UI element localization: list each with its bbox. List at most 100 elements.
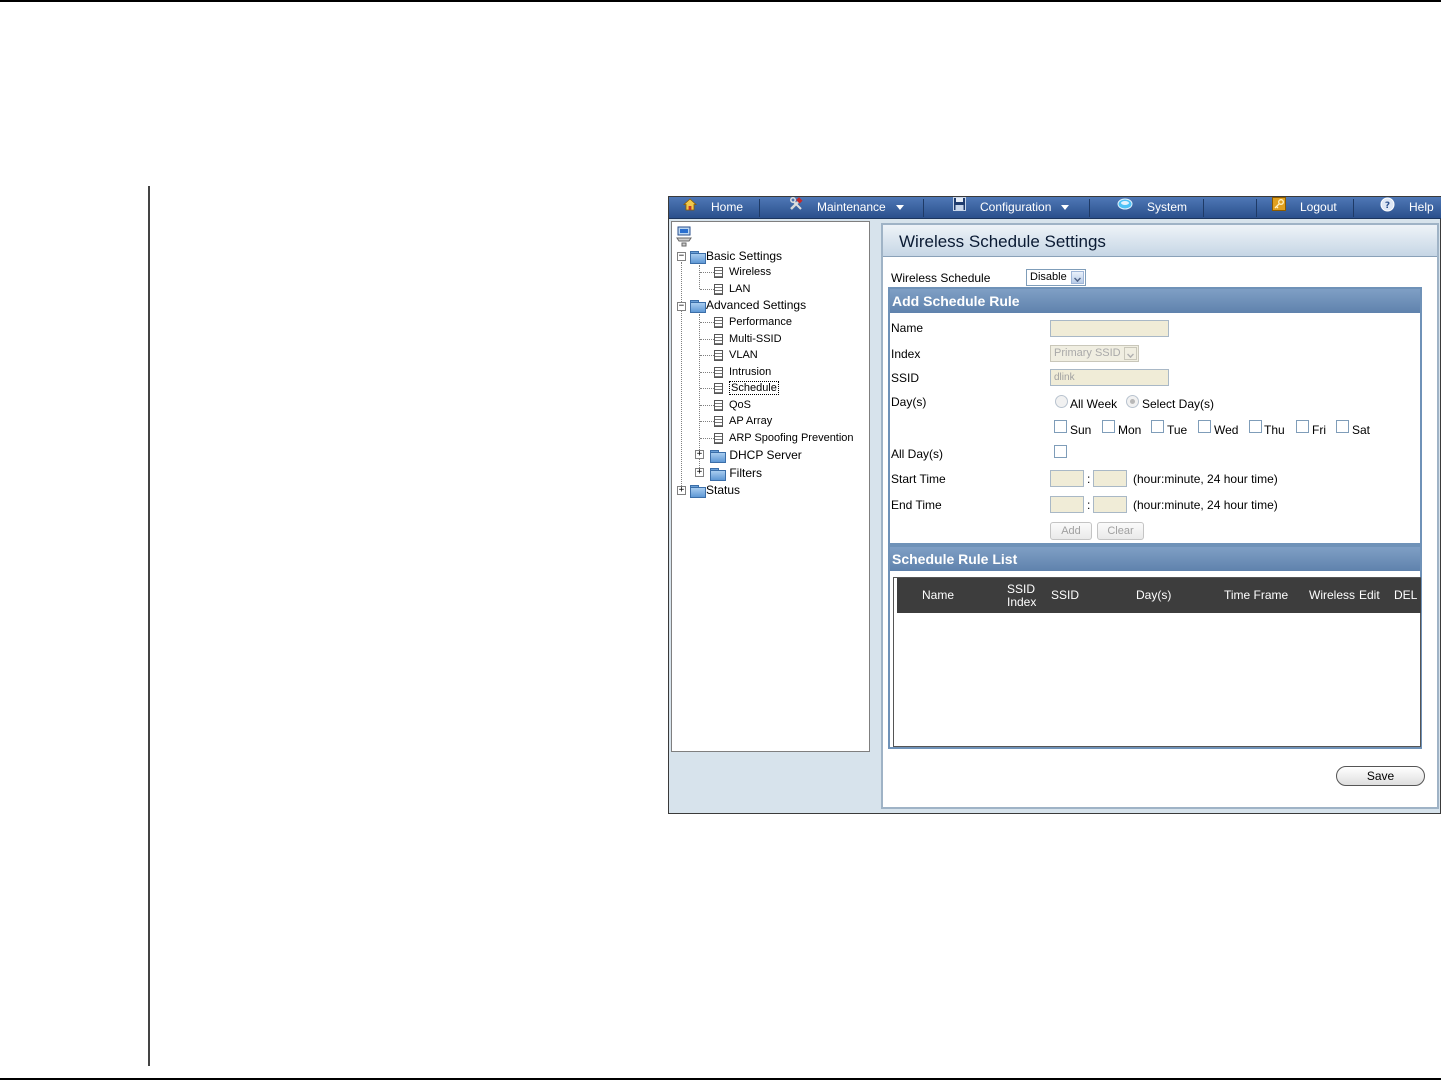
page-icon bbox=[714, 366, 723, 378]
index-label: Index bbox=[891, 347, 921, 361]
tree-item-label: Schedule bbox=[729, 381, 779, 395]
tree-item-label: ARP Spoofing Prevention bbox=[729, 432, 854, 444]
collapse-advanced-settings-toggle[interactable]: − bbox=[677, 302, 686, 311]
tree-connector bbox=[700, 289, 714, 290]
content-panel: Wireless Schedule Settings Wireless Sche… bbox=[881, 223, 1439, 809]
add-schedule-rule-title: Add Schedule Rule bbox=[890, 289, 1420, 313]
expand-dhcp-server-toggle[interactable]: + bbox=[695, 450, 704, 459]
help-icon: ? bbox=[1380, 197, 1395, 219]
menu-system-label: System bbox=[1147, 200, 1188, 214]
menu-system[interactable]: System bbox=[1117, 197, 1187, 218]
system-globe-icon bbox=[1117, 197, 1133, 218]
expand-filters-toggle[interactable]: + bbox=[695, 468, 704, 477]
tree-item-lan[interactable]: LAN bbox=[714, 282, 750, 296]
tree-item-performance[interactable]: Performance bbox=[714, 315, 792, 329]
tree-advanced-settings[interactable]: Advanced Settings bbox=[690, 298, 806, 314]
tree-dhcp-server-label: DHCP Server bbox=[729, 448, 802, 462]
menu-help[interactable]: ? Help bbox=[1380, 197, 1434, 218]
menu-logout[interactable]: Logout bbox=[1272, 197, 1337, 218]
document-bottom-rule bbox=[0, 1078, 1441, 1080]
tree-item-schedule[interactable]: Schedule bbox=[714, 381, 779, 395]
all-days-checkbox[interactable] bbox=[1054, 445, 1067, 458]
tree-dhcp-server[interactable]: DHCP Server bbox=[710, 448, 802, 464]
save-button[interactable]: Save bbox=[1336, 766, 1425, 786]
tree-item-ap-array[interactable]: AP Array bbox=[714, 414, 772, 428]
collapse-basic-settings-toggle[interactable]: − bbox=[677, 252, 686, 261]
column-wireless: Wireless bbox=[1309, 588, 1356, 602]
tree-item-label: AP Array bbox=[729, 415, 773, 427]
ssid-input[interactable]: dlink bbox=[1050, 369, 1169, 386]
tree-connector bbox=[700, 438, 714, 439]
end-time-hint: (hour:minute, 24 hour time) bbox=[1133, 498, 1278, 512]
day-mon-label: Mon bbox=[1118, 423, 1142, 437]
tree-connector bbox=[700, 388, 714, 389]
folder-icon bbox=[710, 468, 726, 482]
column-edit: Edit bbox=[1359, 588, 1380, 602]
day-sat-checkbox[interactable] bbox=[1336, 420, 1349, 433]
end-time-label: End Time bbox=[891, 498, 942, 512]
tree-basic-settings[interactable]: Basic Settings bbox=[690, 249, 782, 265]
tree-item-label: QoS bbox=[729, 399, 752, 411]
page-icon bbox=[714, 349, 723, 361]
clear-rule-button[interactable]: Clear bbox=[1097, 522, 1144, 540]
day-sun-label: Sun bbox=[1070, 423, 1092, 437]
tree-item-label: Intrusion bbox=[729, 366, 772, 378]
tools-icon bbox=[789, 197, 803, 218]
select-days-radio[interactable] bbox=[1126, 395, 1139, 408]
page-icon bbox=[714, 399, 723, 411]
column-ssid: SSID bbox=[1051, 588, 1080, 602]
day-mon-checkbox[interactable] bbox=[1102, 420, 1115, 433]
end-hour-input[interactable] bbox=[1050, 496, 1084, 513]
schedule-rule-table: Name SSID Index SSID Day(s) Time Frame W… bbox=[893, 577, 1421, 747]
day-fri-checkbox[interactable] bbox=[1296, 420, 1309, 433]
ssid-index-select[interactable]: Primary SSID bbox=[1050, 345, 1139, 362]
tree-status[interactable]: Status bbox=[690, 483, 740, 499]
page-icon bbox=[714, 432, 723, 444]
menu-configuration[interactable]: Configuration bbox=[953, 197, 1070, 218]
start-time-hint: (hour:minute, 24 hour time) bbox=[1133, 472, 1278, 486]
name-label: Name bbox=[891, 321, 924, 335]
day-tue-checkbox[interactable] bbox=[1151, 420, 1164, 433]
menu-maintenance[interactable]: Maintenance bbox=[789, 197, 904, 218]
day-sun-checkbox[interactable] bbox=[1054, 420, 1067, 433]
day-wed-checkbox[interactable] bbox=[1198, 420, 1211, 433]
day-thu-checkbox[interactable] bbox=[1249, 420, 1262, 433]
ssid-label: SSID bbox=[891, 371, 920, 385]
page-icon bbox=[714, 333, 723, 345]
add-rule-button[interactable]: Add bbox=[1050, 522, 1092, 540]
menu-maintenance-label: Maintenance bbox=[817, 200, 886, 214]
chevron-down-icon bbox=[1061, 205, 1070, 211]
tree-item-intrusion[interactable]: Intrusion bbox=[714, 365, 771, 379]
wireless-schedule-select[interactable]: Disable bbox=[1026, 269, 1086, 286]
column-name: Name bbox=[922, 588, 955, 602]
menu-home[interactable]: Home bbox=[682, 197, 743, 218]
start-minute-input[interactable] bbox=[1093, 470, 1127, 487]
column-time-frame: Time Frame bbox=[1224, 588, 1289, 602]
tree-filters[interactable]: Filters bbox=[710, 466, 762, 482]
day-tue-label: Tue bbox=[1167, 423, 1188, 437]
all-days-label: All Day(s) bbox=[891, 447, 944, 461]
tree-item-arp-spoofing-prevention[interactable]: ARP Spoofing Prevention bbox=[714, 431, 854, 445]
tree-connector bbox=[700, 405, 714, 406]
document-margin-rule bbox=[148, 186, 150, 1066]
rule-name-input[interactable] bbox=[1050, 320, 1169, 337]
schedule-rule-list-section: Schedule Rule List Name SSID Index SSID … bbox=[888, 545, 1422, 749]
tree-item-vlan[interactable]: VLAN bbox=[714, 348, 758, 362]
key-icon bbox=[1272, 197, 1286, 218]
folder-icon bbox=[690, 485, 706, 499]
menu-separator bbox=[1256, 199, 1257, 217]
tree-connector bbox=[700, 272, 714, 273]
column-days: Day(s) bbox=[1136, 588, 1172, 602]
all-week-radio[interactable] bbox=[1055, 395, 1068, 408]
wireless-schedule-value: Disable bbox=[1030, 271, 1067, 283]
page-icon bbox=[714, 415, 723, 427]
tree-item-wireless[interactable]: Wireless bbox=[714, 265, 771, 279]
tree-item-multi-ssid[interactable]: Multi-SSID bbox=[714, 332, 782, 346]
menu-separator bbox=[1203, 199, 1204, 217]
tree-item-qos[interactable]: QoS bbox=[714, 398, 751, 412]
menu-separator bbox=[759, 199, 760, 217]
expand-status-toggle[interactable]: + bbox=[677, 486, 686, 495]
days-label: Day(s) bbox=[891, 395, 927, 409]
end-minute-input[interactable] bbox=[1093, 496, 1127, 513]
start-hour-input[interactable] bbox=[1050, 470, 1084, 487]
